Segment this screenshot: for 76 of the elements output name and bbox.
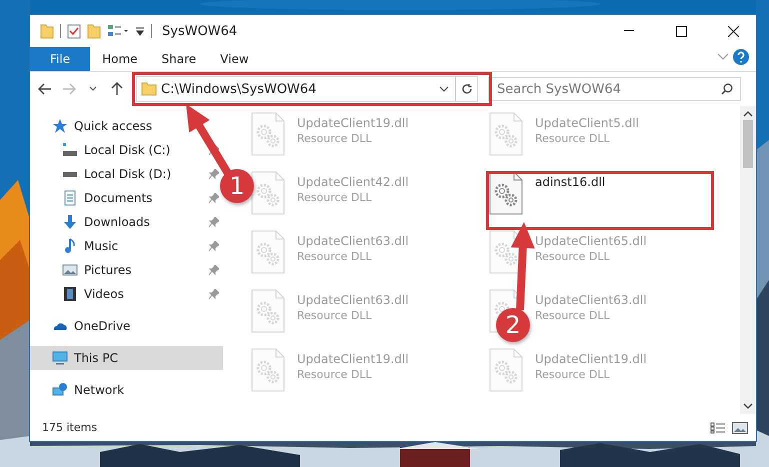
checklist-icon[interactable] <box>67 23 81 39</box>
document-icon <box>62 190 78 206</box>
music-note-icon <box>62 238 78 254</box>
dll-file-icon <box>489 348 523 392</box>
dll-file-icon <box>251 348 285 392</box>
address-path: C:\Windows\SysWOW64 <box>161 82 318 96</box>
folder-icon <box>141 82 157 96</box>
star-icon <box>52 118 68 134</box>
file-type: Resource DLL <box>535 309 611 322</box>
film-icon <box>62 286 78 302</box>
file-type: Resource DLL <box>297 309 373 322</box>
sidebar-item[interactable]: This PC <box>30 346 223 370</box>
dll-file-icon <box>251 171 285 215</box>
sidebar-item[interactable]: Documents <box>30 186 223 210</box>
dll-file-icon <box>251 230 285 274</box>
minimize-icon <box>624 30 634 32</box>
sidebar-item[interactable]: Pictures <box>30 258 223 282</box>
scrollbar[interactable] <box>740 106 756 414</box>
address-bar[interactable]: C:\Windows\SysWOW64 <box>136 76 478 102</box>
ribbon-tab[interactable]: View <box>208 47 261 71</box>
sidebar-item[interactable]: Quick access <box>30 114 223 138</box>
pin-icon <box>209 217 219 227</box>
file-type: Resource DLL <box>297 368 373 381</box>
sidebar-item[interactable]: Local Disk (D:) <box>30 162 223 186</box>
window-title: SysWOW64 <box>162 24 238 38</box>
search-field[interactable]: Search SysWOW64 <box>488 77 741 101</box>
file-type: Resource DLL <box>535 132 611 145</box>
back-arrow-icon <box>38 83 52 95</box>
item-count: 175 items <box>42 421 98 434</box>
help-icon <box>733 49 749 65</box>
forward-arrow-icon <box>62 83 76 95</box>
pin-icon <box>209 169 219 179</box>
sidebar-item[interactable]: Music <box>30 234 223 258</box>
refresh-icon <box>460 83 472 95</box>
sidebar-item[interactable]: Network <box>30 378 223 402</box>
chevron-down-icon <box>439 86 449 92</box>
file-tab[interactable]: File <box>30 47 90 71</box>
file-type: Resource DLL <box>297 191 373 204</box>
dll-file-icon <box>251 112 285 156</box>
drive-icon <box>62 172 78 176</box>
pin-icon <box>209 289 219 299</box>
sidebar-item[interactable]: Videos <box>30 282 223 306</box>
chevron-down-icon <box>717 53 729 61</box>
pin-icon <box>209 241 219 251</box>
chevron-down-icon <box>743 402 753 410</box>
help-button[interactable] <box>732 47 750 67</box>
pin-icon <box>209 193 219 203</box>
computer-icon <box>52 350 68 366</box>
drive-icon <box>62 142 78 158</box>
sidebar-item[interactable]: OneDrive <box>30 314 223 338</box>
file-name[interactable]: adinst16.dll <box>535 175 606 189</box>
close-icon <box>728 26 738 36</box>
search-icon <box>721 83 733 95</box>
pin-icon <box>209 265 219 275</box>
sidebar-item[interactable]: Downloads <box>30 210 223 234</box>
chevron-down-icon <box>89 86 97 92</box>
chevron-up-icon <box>743 110 753 118</box>
download-icon <box>62 214 78 230</box>
maximize-icon <box>676 26 686 36</box>
file-type: Resource DLL <box>535 368 611 381</box>
dll-file-icon <box>251 289 285 333</box>
dll-file-icon <box>489 171 523 215</box>
file-type: Resource DLL <box>297 132 373 145</box>
up-arrow-icon <box>111 82 123 96</box>
scrollbar-thumb[interactable] <box>743 120 753 168</box>
network-icon <box>52 382 68 398</box>
details-view-icon[interactable] <box>710 422 726 434</box>
properties-icon[interactable] <box>107 23 129 39</box>
ribbon-tab[interactable]: Home <box>90 47 150 71</box>
large-icons-view-icon[interactable] <box>732 422 748 434</box>
ribbon-tab[interactable]: Share <box>150 47 208 71</box>
image-icon <box>62 262 78 278</box>
file-type: Resource DLL <box>535 250 611 263</box>
dropdown-icon[interactable] <box>135 25 145 37</box>
dll-file-icon <box>489 112 523 156</box>
file-type: Resource DLL <box>297 250 373 263</box>
